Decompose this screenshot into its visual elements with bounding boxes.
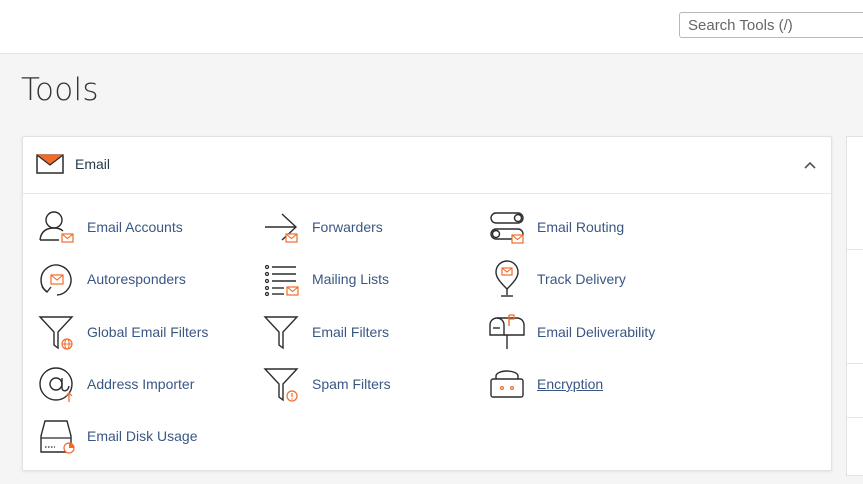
list-icon [264, 264, 299, 297]
tool-spam-filters[interactable]: Spam Filters [262, 364, 391, 404]
tool-label: Email Routing [537, 219, 625, 235]
email-panel-header[interactable]: Email [23, 137, 831, 194]
routing-switches-icon [490, 212, 524, 244]
lock-box-icon [490, 370, 524, 398]
tool-label: Email Filters [312, 324, 390, 340]
tool-label: Global Email Filters [87, 324, 209, 340]
tool-label: Encryption [537, 376, 604, 392]
divider [847, 249, 863, 250]
forward-arrow-icon [265, 213, 298, 243]
autoresponder-icon [40, 264, 72, 296]
tool-label: Address Importer [87, 376, 195, 392]
chevron-up-icon[interactable] [801, 156, 819, 174]
tool-email-disk-usage[interactable]: Email Disk Usage [37, 416, 197, 456]
funnel-globe-icon [38, 316, 74, 350]
divider [847, 417, 863, 418]
divider [847, 363, 863, 364]
mailbox-icon [489, 314, 525, 349]
search-tools-input[interactable] [679, 12, 863, 38]
disk-drive-icon [40, 420, 75, 454]
tool-label: Forwarders [312, 219, 383, 235]
tool-label: Email Accounts [87, 219, 183, 235]
tool-address-importer[interactable]: Address Importer [37, 364, 194, 404]
page-title: Tools [21, 72, 99, 108]
map-pin-icon [495, 260, 519, 297]
email-panel: Email Email Accounts Forwarders Email Ro… [22, 136, 832, 471]
tool-track-delivery[interactable]: Track Delivery [487, 259, 626, 299]
top-bar [0, 0, 863, 54]
tool-email-filters[interactable]: Email Filters [262, 312, 389, 352]
email-panel-title: Email [75, 156, 111, 172]
user-mail-icon [39, 211, 74, 243]
tool-email-accounts[interactable]: Email Accounts [37, 207, 183, 247]
envelope-icon [36, 154, 64, 174]
funnel-warning-icon [263, 368, 299, 402]
tool-email-deliverability[interactable]: Email Deliverability [487, 312, 655, 352]
adjacent-panel-edge [846, 136, 863, 476]
tool-email-routing[interactable]: Email Routing [487, 207, 624, 247]
tool-label: Track Delivery [537, 271, 626, 287]
at-sign-icon [39, 367, 73, 402]
tool-forwarders[interactable]: Forwarders [262, 207, 383, 247]
tool-global-email-filters[interactable]: Global Email Filters [37, 312, 208, 352]
tool-label: Email Disk Usage [87, 428, 198, 444]
funnel-icon [263, 316, 299, 350]
tool-label: Email Deliverability [537, 324, 656, 340]
tool-mailing-lists[interactable]: Mailing Lists [262, 259, 389, 299]
tool-label: Mailing Lists [312, 271, 390, 287]
tool-autoresponders[interactable]: Autoresponders [37, 259, 186, 299]
tool-label: Autoresponders [87, 271, 186, 287]
tool-label: Spam Filters [312, 376, 391, 392]
tool-encryption[interactable]: Encryption [487, 364, 603, 404]
